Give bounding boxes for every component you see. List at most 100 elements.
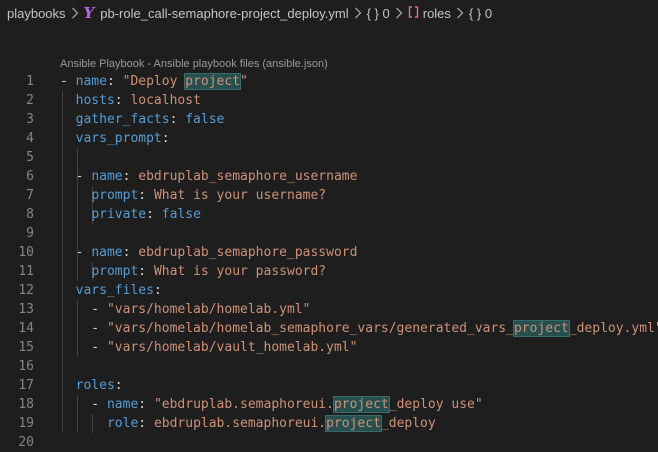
line-number: 16 (18, 359, 34, 374)
code-content: prompt: What is your password? (60, 262, 326, 281)
line-number: 17 (18, 378, 34, 393)
line-number: 19 (18, 416, 34, 431)
breadcrumb-file-label: pb-role_call-semaphore-project_deploy.ym… (100, 5, 349, 21)
code-token: : (138, 264, 154, 279)
line-number: 20 (18, 435, 34, 450)
code-content: prompt: What is your username? (60, 186, 326, 205)
code-line[interactable]: 7 prompt: What is your username? (0, 186, 658, 205)
code-line[interactable]: 8 private: false (0, 205, 658, 224)
code-content: - name: "Deploy project" (60, 72, 248, 91)
code-content: - name: ebdruplab_semaphore_password (60, 243, 358, 262)
code-token: : (138, 416, 154, 431)
code-line[interactable]: 11 prompt: What is your password? (0, 262, 658, 281)
line-number: 1 (26, 74, 34, 89)
code-token: "ebdruplab.semaphoreui. (153, 397, 334, 412)
code-editor[interactable]: 1- name: "Deploy project" 2 hosts: localh… (0, 72, 658, 452)
search-match-highlight: project (325, 415, 382, 432)
code-content: vars_files: (60, 281, 162, 300)
code-content: - "vars/homelab/vault_homelab.yml" (60, 338, 357, 357)
code-token: - (60, 74, 76, 89)
code-token: roles (75, 378, 115, 393)
breadcrumb-roles-label: roles (422, 5, 451, 21)
indent-guide (62, 357, 63, 376)
code-token: : (114, 93, 131, 108)
code-line[interactable]: 14 - "vars/homelab/homelab_semaphore_var… (0, 319, 658, 338)
code-line[interactable]: 12 vars_files: (0, 281, 658, 300)
breadcrumb-item-0[interactable]: { } 0 (367, 6, 390, 21)
breadcrumb-item-1[interactable]: { } 0 (469, 6, 492, 21)
code-token: false (161, 207, 201, 222)
code-token: _deploy.yml" (568, 321, 658, 336)
code-token: : (106, 74, 123, 89)
line-number: 18 (18, 397, 34, 412)
code-token: What is your password? (153, 264, 327, 279)
code-content: gather_facts: false (60, 110, 225, 129)
chevron-right-icon (71, 7, 79, 19)
code-token: - (60, 340, 107, 355)
indent-guide (62, 148, 63, 167)
code-content: - "vars/homelab/homelab.yml" (60, 300, 310, 319)
code-token: : (169, 112, 186, 127)
code-token: : (122, 169, 139, 184)
code-line[interactable]: 16 (0, 357, 658, 376)
line-number: 12 (18, 283, 34, 298)
breadcrumb-folder[interactable]: playbooks (7, 6, 66, 21)
code-token: role (106, 416, 139, 431)
schema-codelens[interactable]: Ansible Playbook - Ansible playbook file… (60, 58, 328, 70)
code-line[interactable]: 19 role: ebdruplab.semaphoreui.project_d… (0, 414, 658, 433)
code-token: private (91, 207, 147, 222)
code-line[interactable]: 17 roles: (0, 376, 658, 395)
code-content: - name: ebdruplab_semaphore_username (60, 167, 358, 186)
code-line[interactable]: 6 - name: ebdruplab_semaphore_username (0, 167, 658, 186)
code-line[interactable]: 10 - name: ebdruplab_semaphore_password (0, 243, 658, 262)
code-content: - "vars/homelab/homelab_semaphore_vars/g… (60, 319, 658, 338)
code-token: name (91, 169, 123, 184)
chevron-right-icon (354, 7, 362, 19)
code-line[interactable]: 15 - "vars/homelab/vault_homelab.yml" (0, 338, 658, 357)
code-content: - name: "ebdruplab.semaphoreui.project_d… (60, 395, 483, 414)
code-line[interactable]: 4 vars_prompt: (0, 129, 658, 148)
code-token: "vars/homelab/homelab_semaphore_vars/gen… (106, 321, 514, 336)
code-line[interactable]: 2 hosts: localhost (0, 91, 658, 110)
code-token: "vars/homelab/vault_homelab.yml" (106, 340, 358, 355)
code-token: : (122, 245, 139, 260)
line-number: 3 (26, 112, 34, 127)
search-match-highlight: project (332, 396, 390, 413)
code-line[interactable]: 5 (0, 148, 658, 167)
code-line[interactable]: 20 (0, 433, 658, 452)
code-line[interactable]: 3 gather_facts: false (0, 110, 658, 129)
line-number: 4 (26, 131, 34, 146)
indent-guide (62, 224, 63, 243)
code-token: ebdruplab.semaphoreui. (153, 416, 327, 431)
line-number: 2 (26, 93, 34, 108)
breadcrumb-file[interactable]: Y pb-role_call-semaphore-project_deploy.… (84, 4, 349, 22)
breadcrumb-roles[interactable]: roles (408, 6, 451, 21)
code-content: roles: (60, 376, 123, 395)
breadcrumb-item-1-label: { } 0 (468, 5, 493, 21)
code-line[interactable]: 9 (0, 224, 658, 243)
line-number: 10 (18, 245, 34, 260)
code-token: prompt (91, 188, 139, 203)
line-number: 9 (26, 226, 34, 241)
code-line[interactable]: 1 - name: "Deploy project" (0, 72, 658, 91)
chevron-right-icon (395, 7, 403, 19)
search-match-highlight: project (512, 320, 570, 337)
chevron-right-icon (456, 7, 464, 19)
code-token: _deploy (380, 416, 436, 431)
line-number: 15 (18, 340, 34, 355)
code-token: " (240, 74, 248, 89)
code-content: private: false (60, 205, 201, 224)
code-line[interactable]: 13 - "vars/homelab/homelab.yml" (0, 300, 658, 319)
code-token: vars_files (75, 283, 154, 298)
code-content: hosts: localhost (60, 91, 201, 110)
code-token: ebdruplab_semaphore_password (138, 245, 358, 260)
code-token: name (75, 74, 107, 89)
code-token: : (138, 397, 154, 412)
code-token: name (106, 397, 139, 412)
code-line[interactable]: 18 - name: "ebdruplab.semaphoreui.projec… (0, 395, 658, 414)
code-token: gather_facts (75, 112, 170, 127)
code-token: - (60, 169, 92, 184)
